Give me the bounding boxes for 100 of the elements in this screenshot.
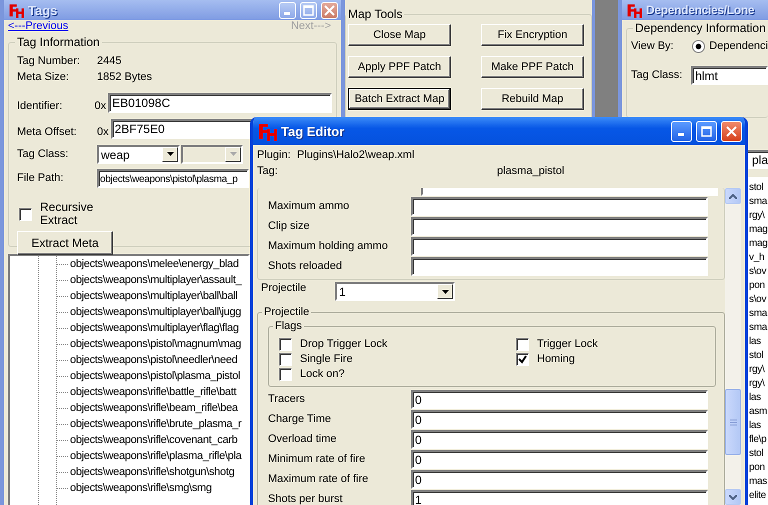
list-item[interactable]: sma <box>749 196 767 207</box>
input-field[interactable]: 0 <box>411 390 708 408</box>
tree-item[interactable]: objects\weapons\multiplayer\ball\jugg <box>70 306 242 318</box>
group-title: Map Tools <box>346 8 404 21</box>
close-icon[interactable] <box>324 4 335 16</box>
window-title: Dependencies/Lone <box>646 4 756 16</box>
list-item[interactable]: las <box>749 392 761 403</box>
group-title: Dependency Information <box>633 22 768 35</box>
list-item[interactable]: rgy\ <box>749 378 764 389</box>
hex-prefix: 0x <box>94 100 106 113</box>
list-item[interactable]: s\ov <box>749 266 766 277</box>
scrollbar[interactable] <box>725 188 741 505</box>
tree-item[interactable]: objects\weapons\multiplayer\flag\flag <box>70 322 239 334</box>
tree-item[interactable]: objects\weapons\rifle\smg\smg <box>70 482 212 494</box>
tree-item[interactable]: objects\weapons\pistol\magnum\mag <box>70 338 242 350</box>
tree-item[interactable]: objects\weapons\rifle\beam_rifle\bea <box>70 402 238 414</box>
tree-item[interactable]: objects\weapons\rifle\battle_rifle\batt <box>70 386 236 398</box>
list-item[interactable]: asm <box>749 406 767 417</box>
scroll-up-button[interactable] <box>725 188 741 204</box>
input-field[interactable] <box>411 256 708 276</box>
group-title: Tag Information <box>15 36 102 49</box>
tool-button[interactable]: Apply PPF Patch <box>348 56 451 78</box>
tree-item[interactable]: objects\weapons\pistol\needler\need <box>70 354 238 366</box>
list-item[interactable]: pon <box>749 280 765 291</box>
input-field[interactable]: 0 <box>411 450 708 468</box>
minimize-button[interactable] <box>671 120 692 142</box>
tool-button[interactable]: Rebuild Map <box>481 88 584 110</box>
field-value: plasma_pistol <box>497 165 564 179</box>
tool-button[interactable]: Batch Extract Map <box>348 88 451 110</box>
field-label: Tag Number: <box>17 54 81 68</box>
list-item[interactable]: pon <box>749 462 765 473</box>
radio-button[interactable] <box>692 40 706 52</box>
list-item[interactable]: stol <box>749 182 764 193</box>
list-item[interactable]: stol <box>749 448 764 459</box>
input-field[interactable]: objects\weapons\pistol\plasma_p <box>97 168 249 188</box>
input-field[interactable]: 1 <box>411 490 708 505</box>
maximize-button[interactable] <box>696 120 717 142</box>
list-item[interactable]: stol <box>749 350 764 361</box>
tree-item[interactable]: objects\weapons\rifle\shotgun\shotg <box>70 466 234 478</box>
tree-item[interactable]: objects\weapons\rifle\plasma_rifle\pla <box>70 450 242 462</box>
checkbox[interactable] <box>19 208 32 220</box>
input-field[interactable]: 0 <box>411 410 708 428</box>
scroll-down-button[interactable] <box>725 489 741 505</box>
field-label: View By: <box>631 40 675 52</box>
previous-link[interactable]: <---Previous <box>8 20 68 34</box>
close-icon[interactable] <box>726 126 737 136</box>
field-label: Identifier: <box>17 100 64 113</box>
tree-item[interactable]: objects\weapons\pistol\plasma_pistol <box>70 370 240 382</box>
list-item[interactable]: s\ov <box>749 294 766 305</box>
field-label: Maximum holding ammo <box>267 240 389 252</box>
input-field[interactable]: hlmt <box>691 66 768 84</box>
checkbox[interactable] <box>279 368 292 381</box>
field-label: Shots reloaded <box>267 260 343 272</box>
list-item[interactable]: elite <box>749 490 766 501</box>
input-field[interactable] <box>411 216 708 236</box>
list-item[interactable]: las <box>749 336 761 347</box>
input-field[interactable] <box>411 196 708 216</box>
list-item[interactable]: v_h <box>749 252 764 263</box>
list-item[interactable]: mag <box>749 238 768 249</box>
dropdown[interactable]: weap <box>97 144 180 164</box>
list-item[interactable]: sma <box>749 322 767 333</box>
field-value: Plugins\Halo2\weap.xml <box>297 149 414 163</box>
list-item[interactable]: mas <box>749 476 767 487</box>
checkbox[interactable] <box>279 353 292 366</box>
maximize-icon[interactable] <box>701 126 712 136</box>
input-field[interactable] <box>411 236 708 256</box>
input-field[interactable]: 0 <box>411 470 708 488</box>
dropdown[interactable]: 1 <box>335 282 455 301</box>
input-field[interactable]: EB01098C <box>108 93 332 113</box>
tree-item[interactable]: objects\weapons\multiplayer\assault_ <box>70 274 242 286</box>
checkbox-label: Recursive Extract <box>40 201 94 227</box>
tool-button[interactable]: Make PPF Patch <box>481 56 584 78</box>
close-button[interactable] <box>721 120 742 142</box>
field-label: Shots per burst <box>267 492 344 505</box>
close-button[interactable] <box>321 2 338 18</box>
extract-meta-button[interactable]: Extract Meta <box>17 231 113 255</box>
tool-button[interactable]: Fix Encryption <box>481 24 584 46</box>
input-field[interactable]: pla <box>752 153 768 167</box>
list-item[interactable]: rgy\ <box>749 364 764 375</box>
field-label: Maximum ammo <box>267 200 350 212</box>
list-item[interactable]: sma <box>749 308 767 319</box>
input-field[interactable]: 0 <box>411 430 708 448</box>
list-item[interactable]: mag <box>749 224 768 235</box>
tool-button[interactable]: Close Map <box>348 24 451 46</box>
caret-icon <box>230 152 236 156</box>
tree-item[interactable]: objects\weapons\rifle\brute_plasma_r <box>70 418 242 430</box>
scroll-thumb[interactable] <box>725 389 741 455</box>
input-field[interactable]: 2BF75E0 <box>110 119 253 139</box>
list-item[interactable]: rgy\ <box>749 210 764 221</box>
field-label: Overload time <box>267 432 338 446</box>
dropdown[interactable] <box>181 144 243 164</box>
checkbox[interactable] <box>279 338 292 351</box>
caret-icon <box>442 290 448 294</box>
list-item[interactable]: fle\p <box>749 434 766 445</box>
checkbox[interactable] <box>516 338 529 351</box>
tree-item[interactable]: objects\weapons\rifle\covenant_carb <box>70 434 238 446</box>
list-item[interactable]: las <box>749 420 761 431</box>
tree-item[interactable]: objects\weapons\melee\energy_blad <box>70 258 239 270</box>
app-icon <box>8 2 24 18</box>
tree-item[interactable]: objects\weapons\multiplayer\ball\ball <box>70 290 238 302</box>
